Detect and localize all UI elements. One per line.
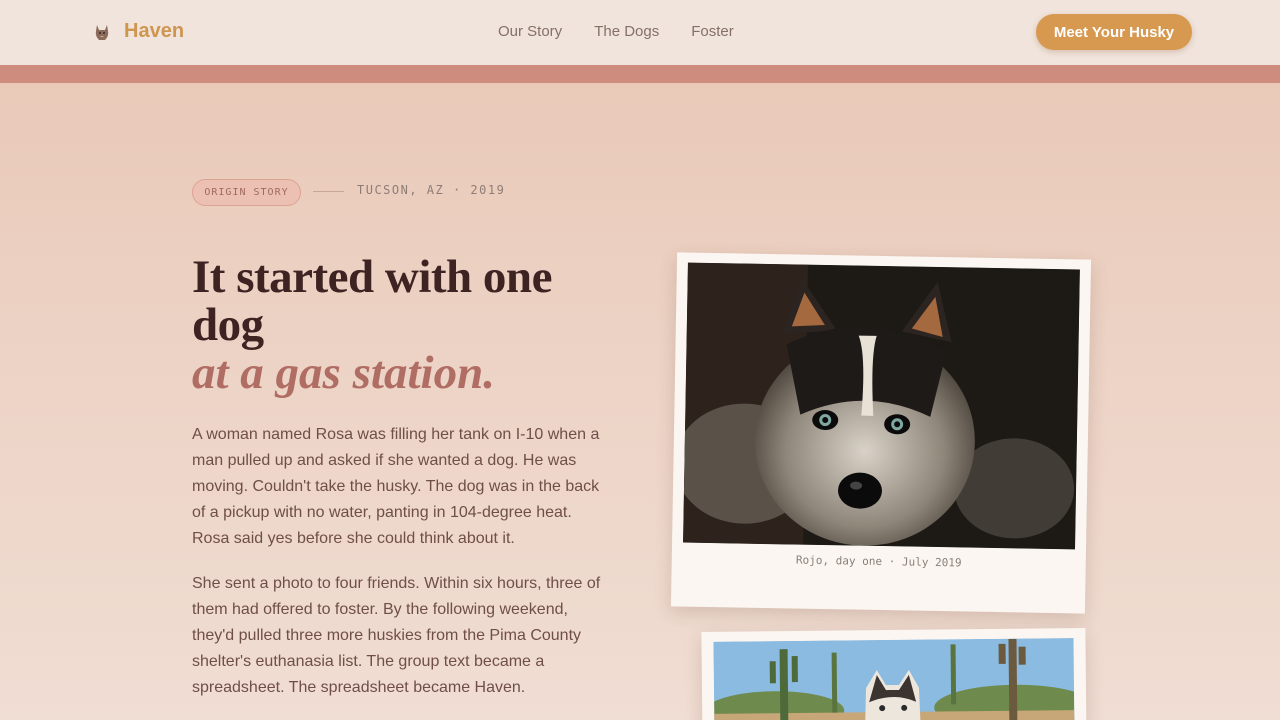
desert-illustration bbox=[713, 638, 1075, 720]
divider-rule bbox=[313, 191, 344, 192]
meet-your-husky-button[interactable]: Meet Your Husky bbox=[1036, 14, 1192, 50]
nav-link-our-story[interactable]: Our Story bbox=[498, 23, 562, 40]
decorative-band bbox=[0, 65, 1280, 83]
dog-icon bbox=[95, 24, 109, 40]
nav-links: Our Story The Dogs Foster bbox=[498, 23, 766, 40]
location-label: TUCSON, AZ · 2019 bbox=[357, 183, 506, 197]
desert-husky-photo bbox=[713, 638, 1075, 720]
story-paragraph-2: She sent a photo to four friends. Within… bbox=[192, 575, 601, 696]
husky-photo bbox=[683, 262, 1080, 550]
top-nav: Haven Our Story The Dogs Foster Meet You… bbox=[0, 0, 1280, 65]
story-paragraph-1: A woman named Rosa was filling her tank … bbox=[192, 426, 600, 547]
origin-story-badge: ORIGIN STORY bbox=[192, 179, 301, 206]
nav-link-foster[interactable]: Foster bbox=[691, 23, 734, 40]
page-title: It started with one dog at a gas station… bbox=[192, 253, 612, 397]
brand-logo[interactable]: Haven bbox=[93, 20, 184, 43]
husky-illustration bbox=[683, 262, 1080, 550]
polaroid-photo-rojo: Rojo, day one · July 2019 bbox=[670, 252, 1092, 614]
headline-accent: at a gas station. bbox=[192, 347, 495, 399]
headline-main: It started with one dog bbox=[192, 251, 552, 351]
brand-name: Haven bbox=[124, 20, 185, 42]
photo-caption: Rojo, day one · July 2019 bbox=[795, 553, 962, 570]
nav-link-the-dogs[interactable]: The Dogs bbox=[594, 23, 659, 40]
polaroid-photo-desert bbox=[701, 627, 1087, 720]
